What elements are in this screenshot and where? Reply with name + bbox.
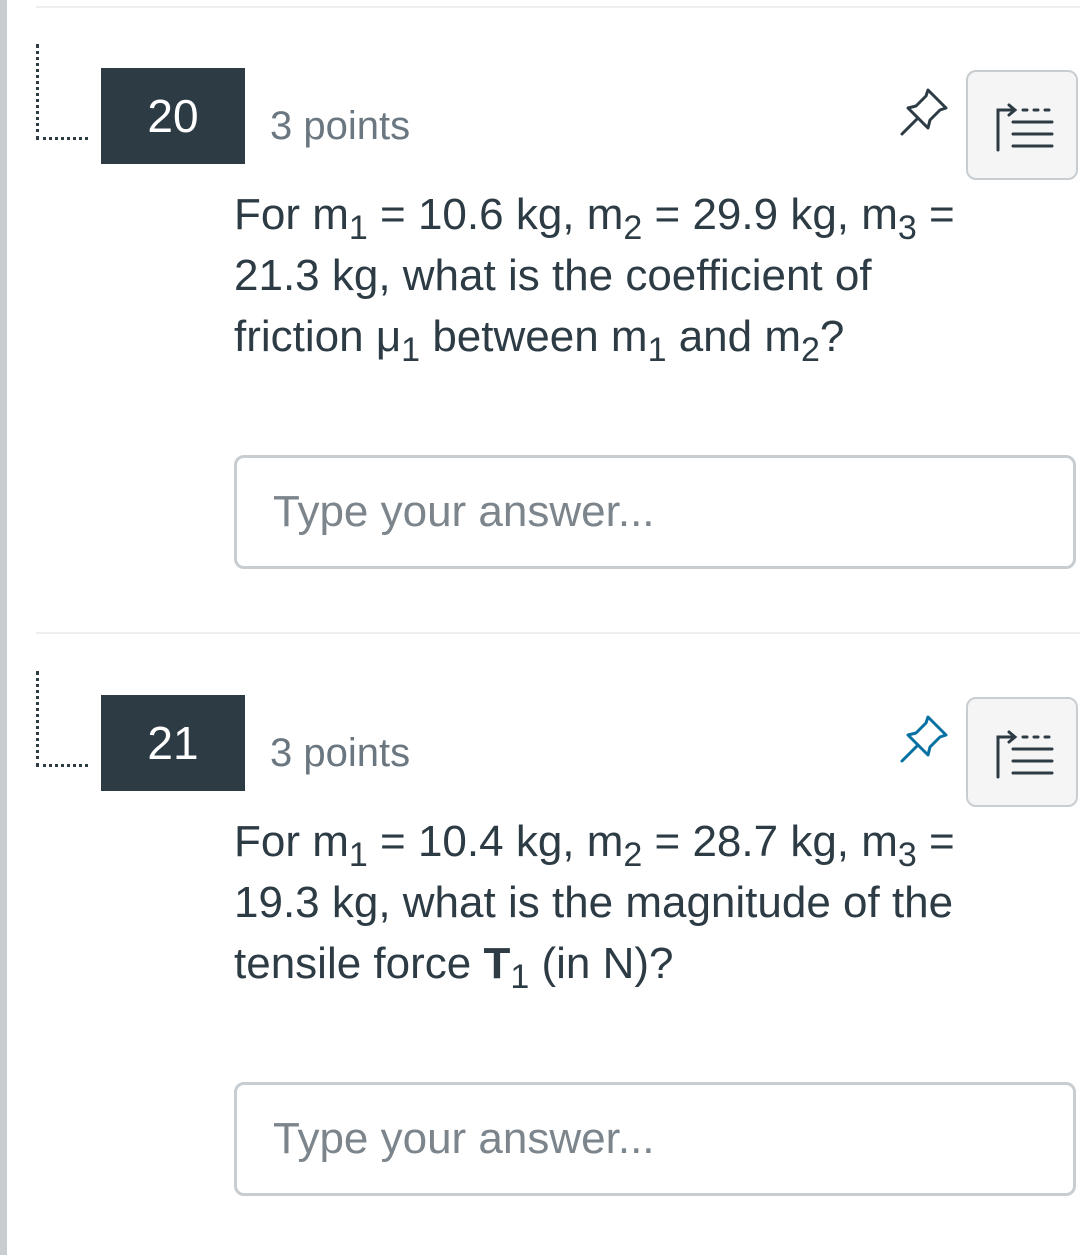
question-text: For m1 = 10.4 kg, m2 = 28.7 kg, m3 = 19.… <box>234 817 955 996</box>
question-outline-button[interactable] <box>966 697 1078 807</box>
question-20: 20 3 points For m1 = 10.6 kg, m2 = 29.9 … <box>0 0 1080 600</box>
question-number-badge: 20 <box>101 68 245 164</box>
question-text: For m1 = 10.6 kg, m2 = 29.9 kg, m3 = 21.… <box>234 190 955 369</box>
question-points: 3 points <box>270 731 411 775</box>
answer-input[interactable] <box>273 1085 1053 1193</box>
question-21: 21 3 points For m1 = 10.4 kg, m2 = 28.7 … <box>0 627 1080 1227</box>
pushpin-icon[interactable] <box>898 86 950 138</box>
outline-list-icon <box>996 103 1054 152</box>
question-points: 3 points <box>270 104 411 148</box>
answer-field[interactable] <box>234 455 1076 569</box>
pushpin-icon[interactable] <box>898 713 950 765</box>
answer-input[interactable] <box>273 458 1053 566</box>
drag-handle-icon[interactable] <box>36 44 88 140</box>
question-outline-button[interactable] <box>966 70 1078 180</box>
answer-field[interactable] <box>234 1082 1076 1196</box>
question-number-badge: 21 <box>101 695 245 791</box>
outline-list-icon <box>996 730 1054 779</box>
drag-handle-icon[interactable] <box>36 671 88 767</box>
